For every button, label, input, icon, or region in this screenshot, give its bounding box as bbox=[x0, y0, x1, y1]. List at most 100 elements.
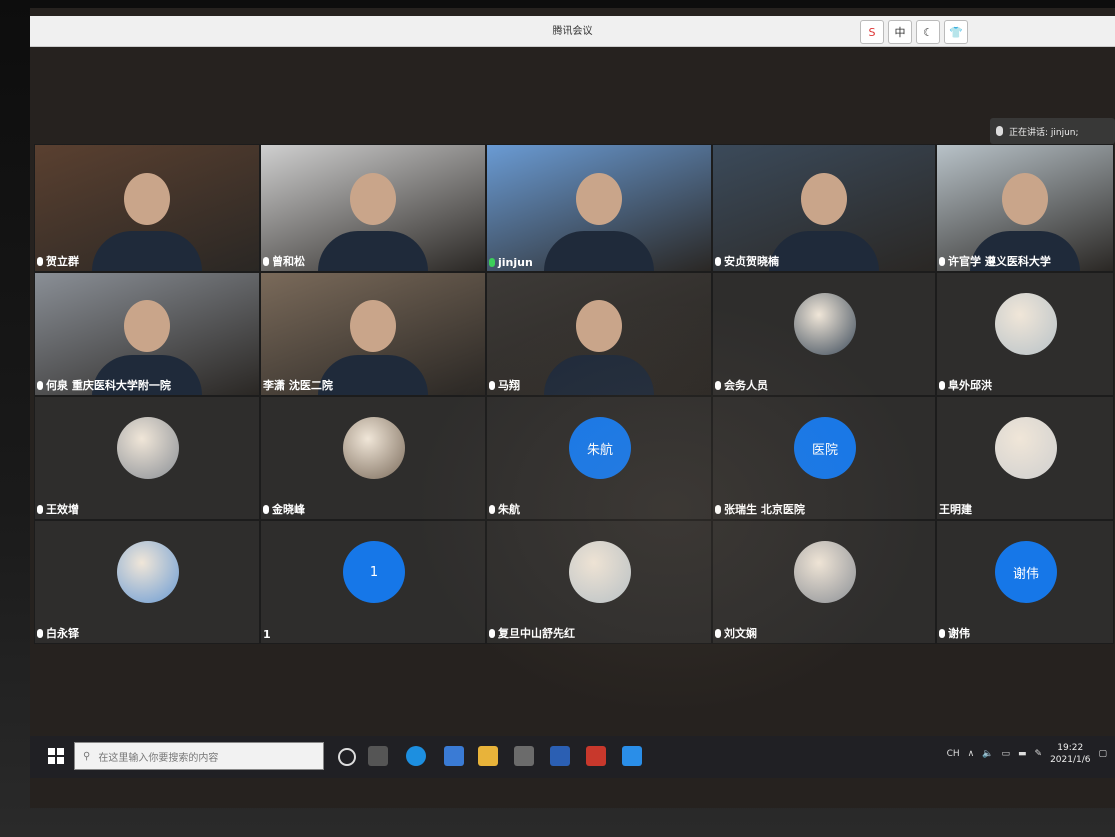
cortana-icon[interactable] bbox=[338, 748, 356, 766]
mic-muted-icon bbox=[37, 380, 43, 390]
mic-muted-icon bbox=[939, 628, 945, 638]
mic-muted-icon bbox=[715, 380, 721, 390]
participant-name: 曾和松 bbox=[272, 255, 305, 268]
participant-tile[interactable]: 刘文娴 bbox=[712, 520, 936, 644]
participant-tile[interactable]: 白永铎 bbox=[34, 520, 260, 644]
network-icon[interactable]: ▭ bbox=[1001, 749, 1010, 759]
ime-chinese-icon[interactable]: 中 bbox=[888, 20, 912, 44]
participant-tile[interactable]: 11 bbox=[260, 520, 486, 644]
tencent-meeting-icon[interactable] bbox=[622, 746, 642, 766]
participant-tile[interactable]: 何泉 重庆医科大学附一院 bbox=[34, 272, 260, 396]
moon-icon[interactable]: ☾ bbox=[916, 20, 940, 44]
participant-tile[interactable]: 会务人员 bbox=[712, 272, 936, 396]
participant-name: 金晓峰 bbox=[272, 503, 305, 516]
pen-icon[interactable]: ✎ bbox=[1035, 749, 1043, 759]
participant-avatar: 朱航 bbox=[569, 417, 631, 479]
participant-name-label: 张瑞生 北京医院 bbox=[715, 501, 805, 517]
person-silhouette bbox=[350, 299, 396, 352]
mic-icon bbox=[263, 256, 269, 266]
avatar-text: 谢伟 bbox=[1012, 566, 1039, 582]
participant-name: 谢伟 bbox=[948, 627, 970, 640]
meeting-screen: 腾讯会议 S 中 ☾ 👕 正在讲话: jinjun; 贺立群 曾和松 jinjun 安… bbox=[30, 8, 1115, 808]
participant-name-label: 阜外邱洪 bbox=[939, 377, 992, 393]
battery-icon[interactable]: ▬ bbox=[1018, 749, 1027, 759]
participant-name: 复旦中山舒先红 bbox=[498, 627, 575, 640]
mic-muted-icon bbox=[715, 504, 721, 514]
participant-tile[interactable]: 许官学 遵义医科大学 bbox=[936, 144, 1114, 272]
store-icon[interactable] bbox=[514, 746, 534, 766]
participant-name: jinjun bbox=[498, 256, 533, 269]
participant-name: 刘文娴 bbox=[724, 627, 757, 640]
file-explorer-icon[interactable] bbox=[478, 746, 498, 766]
volume-icon[interactable]: 🔈 bbox=[982, 749, 993, 759]
participant-avatar bbox=[117, 417, 179, 479]
mic-icon bbox=[996, 126, 1003, 136]
participant-tile[interactable]: 贺立群 bbox=[34, 144, 260, 272]
participant-tile[interactable]: 金晓峰 bbox=[260, 396, 486, 520]
participant-tile[interactable]: 医院张瑞生 北京医院 bbox=[712, 396, 936, 520]
participant-name: 朱航 bbox=[498, 503, 520, 516]
participant-avatar bbox=[794, 541, 856, 603]
participant-avatar bbox=[995, 293, 1057, 355]
participant-tile[interactable]: 王明建 bbox=[936, 396, 1114, 520]
edge-icon[interactable] bbox=[406, 746, 426, 766]
participant-avatar bbox=[995, 417, 1057, 479]
sogou-s-icon[interactable]: S bbox=[860, 20, 884, 44]
person-silhouette bbox=[801, 172, 847, 225]
participant-name: 贺立群 bbox=[46, 255, 79, 268]
system-tray: CH ∧ 🔈 ▭ ▬ ✎ 19:22 2021/1/6 ▢ bbox=[947, 742, 1107, 766]
participant-name-label: 朱航 bbox=[489, 501, 520, 517]
clock-time: 19:22 bbox=[1057, 743, 1084, 753]
ime-indicator[interactable]: CH bbox=[947, 749, 960, 759]
participant-name-label: 会务人员 bbox=[715, 377, 768, 393]
participant-tile[interactable]: 复旦中山舒先红 bbox=[486, 520, 712, 644]
participant-name: 安贞贺晓楠 bbox=[724, 255, 779, 268]
participant-name-label: 马翔 bbox=[489, 377, 520, 393]
participant-avatar bbox=[117, 541, 179, 603]
clock-date: 2021/1/6 bbox=[1050, 755, 1091, 765]
speaking-indicator: 正在讲话: jinjun; bbox=[990, 118, 1115, 144]
participant-tile[interactable]: 王效增 bbox=[34, 396, 260, 520]
avatar-text: 医院 bbox=[811, 442, 838, 458]
participant-tile[interactable]: 马翔 bbox=[486, 272, 712, 396]
mic-icon bbox=[715, 256, 721, 266]
participant-name: 马翔 bbox=[498, 379, 520, 392]
participant-tile[interactable]: 谢伟 谢伟 bbox=[936, 520, 1114, 644]
taskbar-clock[interactable]: 19:22 2021/1/6 bbox=[1050, 742, 1090, 766]
mic-muted-icon bbox=[37, 628, 43, 638]
shirt-icon[interactable]: 👕 bbox=[944, 20, 968, 44]
mail-icon[interactable] bbox=[444, 746, 464, 766]
windows-start-icon[interactable] bbox=[48, 748, 64, 764]
participant-tile[interactable]: 安贞贺晓楠 bbox=[712, 144, 936, 272]
notification-icon[interactable]: ▢ bbox=[1098, 749, 1107, 759]
participant-tile[interactable]: 朱航 朱航 bbox=[486, 396, 712, 520]
person-silhouette bbox=[124, 172, 170, 225]
avatar-text: 朱航 bbox=[586, 442, 613, 458]
participant-tile[interactable]: 李潇 沈医二院 bbox=[260, 272, 486, 396]
participant-tile[interactable]: jinjun bbox=[486, 144, 712, 272]
pdf-reader-icon[interactable] bbox=[586, 746, 606, 766]
task-view-icon[interactable] bbox=[368, 746, 388, 766]
participant-name: 张瑞生 北京医院 bbox=[724, 503, 805, 516]
participant-name-label: 金晓峰 bbox=[263, 501, 305, 517]
word-icon[interactable] bbox=[550, 746, 570, 766]
participant-name-label: 刘文娴 bbox=[715, 625, 757, 641]
participant-name-label: 1 bbox=[263, 628, 271, 641]
participant-avatar bbox=[794, 293, 856, 355]
chevron-up-icon[interactable]: ∧ bbox=[968, 749, 975, 759]
participant-name-label: 曾和松 bbox=[263, 253, 305, 269]
participant-name-label: 贺立群 bbox=[37, 253, 79, 269]
title-bar: 腾讯会议 S 中 ☾ 👕 bbox=[30, 16, 1115, 47]
participant-tile[interactable]: 阜外邱洪 bbox=[936, 272, 1114, 396]
avatar-text: 1 bbox=[369, 564, 379, 580]
participant-name-label: 王效增 bbox=[37, 501, 79, 517]
participant-name: 阜外邱洪 bbox=[948, 379, 992, 392]
participant-avatar bbox=[569, 541, 631, 603]
mic-muted-icon bbox=[263, 504, 269, 514]
speaking-label: 正在讲话: jinjun; bbox=[1009, 127, 1079, 138]
mic-speaking-icon bbox=[489, 258, 495, 267]
taskbar-search-input[interactable]: ⚲ 在这里输入你要搜索的内容 bbox=[74, 742, 324, 770]
mic-muted-icon bbox=[489, 504, 495, 514]
participant-tile[interactable]: 曾和松 bbox=[260, 144, 486, 272]
participant-avatar: 医院 bbox=[794, 417, 856, 479]
